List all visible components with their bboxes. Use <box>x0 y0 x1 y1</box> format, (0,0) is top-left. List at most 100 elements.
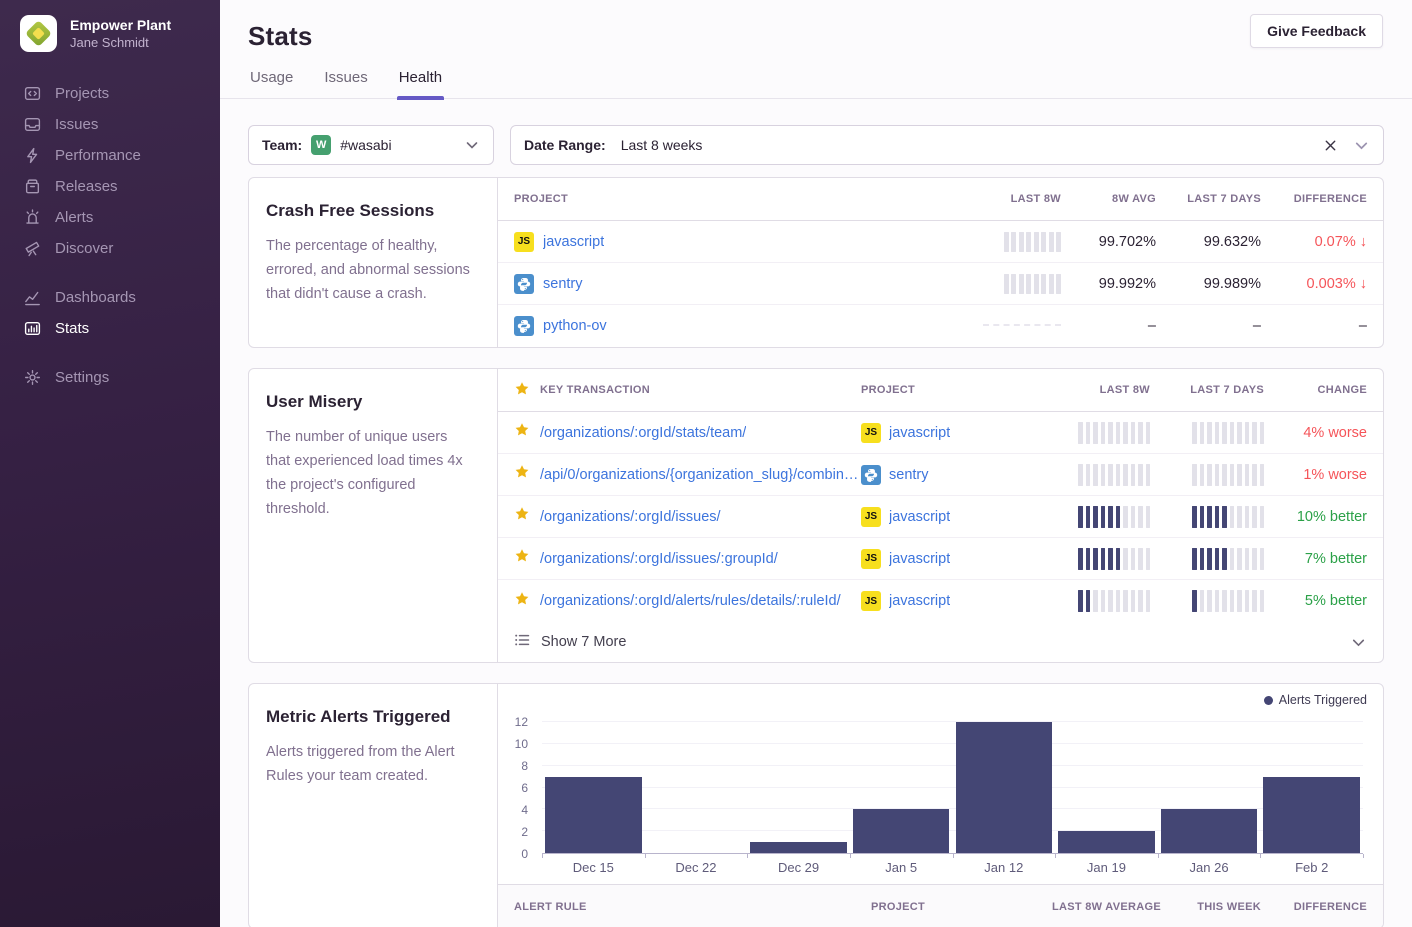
project-link[interactable]: javascript <box>889 425 950 441</box>
chart-legend[interactable]: Alerts Triggered <box>1264 693 1367 707</box>
spark-cell <box>1150 548 1264 570</box>
transaction-link[interactable]: /organizations/:orgId/stats/team/ <box>540 425 746 441</box>
date-range-value: Last 8 weeks <box>621 137 703 153</box>
x-axis-tick-label: Dec 22 <box>645 860 748 875</box>
x-axis-tick-label: Dec 15 <box>542 860 645 875</box>
spark-cell <box>1150 590 1264 612</box>
team-select-label: Team: <box>262 137 302 153</box>
difference-value: – <box>1261 318 1383 334</box>
chart-bar-slot <box>645 722 748 853</box>
transaction-link[interactable]: /api/0/organizations/{organization_slug}… <box>540 467 861 483</box>
transaction-link[interactable]: /organizations/:orgId/alerts/rules/detai… <box>540 593 841 609</box>
y-axis-tick-label: 10 <box>515 737 528 751</box>
project-link[interactable]: javascript <box>543 234 604 250</box>
clear-date-icon[interactable] <box>1323 138 1338 153</box>
spark-cell <box>1150 422 1264 444</box>
column-header: LAST 7 DAYS <box>1156 193 1261 205</box>
date-range-select[interactable]: Date Range: Last 8 weeks <box>510 125 1384 165</box>
project-cell: JS javascript <box>861 549 1036 569</box>
y-axis-tick-label: 6 <box>521 781 528 795</box>
project-link[interactable]: python-ov <box>543 318 607 334</box>
transaction-cell: /organizations/:orgId/stats/team/ <box>498 422 861 443</box>
javascript-platform-icon: JS <box>861 423 881 443</box>
x-axis-tick-label: Jan 19 <box>1055 860 1158 875</box>
panel-description: Alerts triggered from the Alert Rules yo… <box>266 740 471 788</box>
sidebar-item-performance[interactable]: Performance <box>0 140 220 171</box>
sidebar-item-alerts[interactable]: Alerts <box>0 202 220 233</box>
table-row: /organizations/:orgId/alerts/rules/detai… <box>498 580 1383 622</box>
tab-usage[interactable]: Usage <box>248 69 295 98</box>
spark-cell <box>941 324 1061 328</box>
panel-title: Metric Alerts Triggered <box>266 707 471 727</box>
tabs-bar: Usage Issues Health <box>220 69 1412 99</box>
difference-value: 0.003% ↓ <box>1261 276 1383 292</box>
chevron-down-icon[interactable] <box>1353 137 1370 154</box>
tab-issues[interactable]: Issues <box>322 69 369 98</box>
org-switcher[interactable]: Empower Plant Jane Schmidt <box>0 0 220 74</box>
x-axis-tick <box>850 854 851 858</box>
chart-bar-slot <box>850 722 953 853</box>
panel-title: User Misery <box>266 392 471 412</box>
metric-alerts-aside: Metric Alerts Triggered Alerts triggered… <box>249 684 498 927</box>
x-axis-tick <box>1363 854 1364 858</box>
chart-bar-slot <box>1158 722 1261 853</box>
issues-icon <box>23 116 41 134</box>
give-feedback-button[interactable]: Give Feedback <box>1250 14 1383 48</box>
tab-health[interactable]: Health <box>397 69 444 98</box>
user-misery-table: KEY TRANSACTIONPROJECTLAST 8WLAST 7 DAYS… <box>498 369 1383 662</box>
sidebar: Empower Plant Jane Schmidt ProjectsIssue… <box>0 0 220 927</box>
last7-value: 99.632% <box>1156 234 1261 250</box>
project-link[interactable]: sentry <box>889 467 929 483</box>
sidebar-item-label: Settings <box>55 369 109 386</box>
sidebar-item-discover[interactable]: Discover <box>0 233 220 264</box>
x-axis-tick-label: Jan 26 <box>1158 860 1261 875</box>
sidebar-item-stats[interactable]: Stats <box>0 313 220 344</box>
sidebar-nav: ProjectsIssuesPerformanceReleasesAlertsD… <box>0 78 220 393</box>
sidebar-item-settings[interactable]: Settings <box>0 362 220 393</box>
sidebar-item-releases[interactable]: Releases <box>0 171 220 202</box>
project-link[interactable]: javascript <box>889 593 950 609</box>
date-range-label: Date Range: <box>524 137 606 153</box>
x-axis-tick <box>1260 854 1261 858</box>
discover-icon <box>23 240 41 258</box>
transaction-cell: /organizations/:orgId/issues/ <box>498 506 861 527</box>
projects-icon <box>23 85 41 103</box>
javascript-platform-icon: JS <box>861 591 881 611</box>
transaction-link[interactable]: /organizations/:orgId/issues/ <box>540 509 721 525</box>
sparkline <box>1192 506 1264 528</box>
python-platform-icon <box>861 465 881 485</box>
column-header: DIFFERENCE <box>1261 901 1383 913</box>
table-row: /organizations/:orgId/issues/:groupId/JS… <box>498 538 1383 580</box>
javascript-platform-icon: JS <box>861 549 881 569</box>
show-more-button[interactable]: Show 7 More <box>498 622 1383 662</box>
sidebar-item-issues[interactable]: Issues <box>0 109 220 140</box>
sparkline <box>1004 232 1062 252</box>
sidebar-nav-group: Settings <box>0 362 220 393</box>
chart-bar-jan-12 <box>956 722 1052 853</box>
project-cell: python-ov <box>498 316 941 336</box>
org-logo-diamond-icon <box>25 20 52 47</box>
sparkline <box>1078 422 1150 444</box>
crash-free-sessions-panel: Crash Free Sessions The percentage of he… <box>248 177 1384 348</box>
transaction-link[interactable]: /organizations/:orgId/issues/:groupId/ <box>540 551 778 567</box>
sparkline <box>1078 590 1150 612</box>
sidebar-item-dashboards[interactable]: Dashboards <box>0 282 220 313</box>
chevron-down-icon[interactable] <box>1350 634 1367 651</box>
star-icon <box>514 506 530 527</box>
project-cell: JS javascript <box>861 591 1036 611</box>
sidebar-item-projects[interactable]: Projects <box>0 78 220 109</box>
chevron-down-icon[interactable] <box>464 137 480 153</box>
sparkline <box>1078 506 1150 528</box>
transaction-cell: /api/0/organizations/{organization_slug}… <box>498 464 861 485</box>
panel-description: The percentage of healthy, errored, and … <box>266 234 471 306</box>
y-axis-tick-label: 8 <box>521 759 528 773</box>
team-select[interactable]: Team: W #wasabi <box>248 125 494 165</box>
sparkline <box>1192 548 1264 570</box>
star-icon <box>514 422 530 443</box>
project-link[interactable]: sentry <box>543 276 583 292</box>
project-link[interactable]: javascript <box>889 509 950 525</box>
javascript-platform-icon: JS <box>861 507 881 527</box>
project-link[interactable]: javascript <box>889 551 950 567</box>
column-header: CHANGE <box>1264 384 1383 396</box>
alerts-bar-chart: Alerts Triggered 024681012 Dec 15Dec 22D… <box>498 684 1383 884</box>
